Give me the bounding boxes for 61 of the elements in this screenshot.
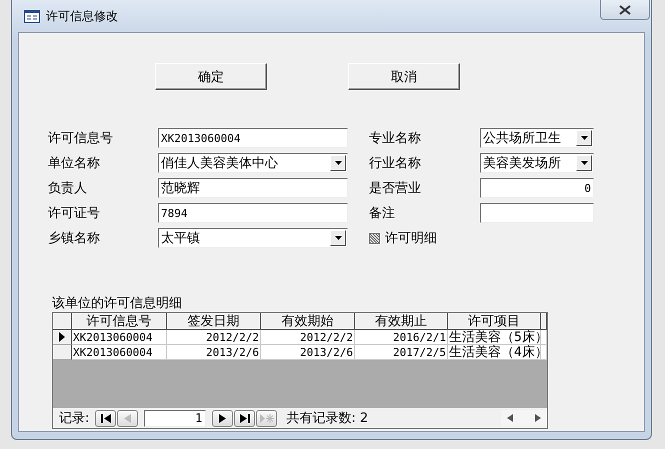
combo-box[interactable]: 太平镇 bbox=[158, 228, 348, 248]
next-record-icon bbox=[219, 414, 226, 422]
table-cell: 2012/2/2 bbox=[261, 330, 355, 345]
last-record-button[interactable] bbox=[234, 410, 256, 426]
header-corner bbox=[53, 313, 72, 330]
field-label: 负责人 bbox=[48, 180, 88, 197]
window-title: 许可信息修改 bbox=[46, 8, 118, 24]
field-label: 许可信息号 bbox=[48, 130, 114, 147]
form-icon bbox=[24, 10, 40, 22]
combo-box[interactable]: 公共场所卫生 bbox=[480, 128, 594, 148]
first-record-button[interactable] bbox=[95, 410, 116, 426]
record-count: 共有记录数: 2 bbox=[286, 410, 368, 427]
close-button[interactable] bbox=[600, 0, 650, 20]
next-record-button[interactable] bbox=[212, 410, 234, 426]
table-cell: 2013/2/6 bbox=[167, 345, 261, 360]
field-label: 乡镇名称 bbox=[48, 230, 101, 247]
combo-box[interactable]: 俏佳人美容美体中心 bbox=[158, 153, 348, 173]
input-field[interactable]: 范晓辉 bbox=[158, 178, 348, 198]
field-label: 备注 bbox=[369, 205, 396, 222]
table-cell: 2016/2/1 bbox=[355, 330, 448, 345]
table-cell: XK2013060004 bbox=[72, 345, 167, 360]
subform-title: 该单位的许可信息明细 bbox=[52, 295, 183, 312]
table-cell: XK2013060004 bbox=[72, 330, 167, 345]
table-cell: 生活美容（4床） bbox=[448, 345, 541, 360]
column-header[interactable]: 许可项目 bbox=[448, 313, 541, 330]
row-selector[interactable] bbox=[53, 345, 72, 360]
input-field[interactable]: 0 bbox=[480, 178, 594, 198]
checkbox-label: 许可明细 bbox=[385, 230, 437, 247]
scroll-right-icon[interactable] bbox=[535, 414, 541, 422]
checkbox[interactable] bbox=[369, 232, 380, 244]
field-label: 专业名称 bbox=[369, 130, 422, 147]
field-label: 单位名称 bbox=[48, 155, 101, 172]
field-label: 行业名称 bbox=[369, 155, 422, 172]
horizontal-scrollbar[interactable] bbox=[501, 410, 547, 426]
combo-box[interactable]: 美容美发场所 bbox=[480, 153, 594, 173]
first-record-icon bbox=[100, 414, 111, 422]
input-field[interactable]: 7894 bbox=[158, 203, 348, 223]
field-label: 许可证号 bbox=[48, 205, 101, 222]
column-header[interactable]: 许可信息号 bbox=[72, 313, 167, 330]
table-cell: 生活美容（5床） bbox=[448, 330, 541, 345]
cancel-button[interactable]: 取消 bbox=[348, 63, 460, 90]
table-cell: 2017/2/5 bbox=[355, 345, 448, 360]
input-field[interactable]: XK2013060004 bbox=[158, 128, 348, 148]
record-label: 记录: bbox=[59, 410, 90, 427]
current-row-icon bbox=[59, 332, 65, 342]
record-number-field[interactable]: 1 bbox=[144, 410, 206, 426]
scroll-left-icon[interactable] bbox=[507, 414, 513, 422]
previous-record-icon bbox=[124, 414, 132, 422]
column-header[interactable]: 有效期止 bbox=[355, 313, 448, 330]
table-cell: 2013/2/6 bbox=[261, 345, 355, 360]
column-header[interactable] bbox=[541, 313, 547, 330]
input-field[interactable] bbox=[480, 203, 594, 223]
row-selector[interactable] bbox=[53, 330, 72, 345]
last-record-icon bbox=[240, 414, 250, 422]
table-cell: 2012/2/2 bbox=[167, 330, 261, 345]
column-header[interactable]: 签发日期 bbox=[167, 313, 261, 330]
close-icon bbox=[619, 4, 631, 14]
new-record-icon bbox=[260, 414, 274, 422]
field-label: 是否营业 bbox=[369, 180, 422, 197]
confirm-button[interactable]: 确定 bbox=[155, 63, 267, 90]
column-header[interactable]: 有效期始 bbox=[261, 313, 355, 330]
